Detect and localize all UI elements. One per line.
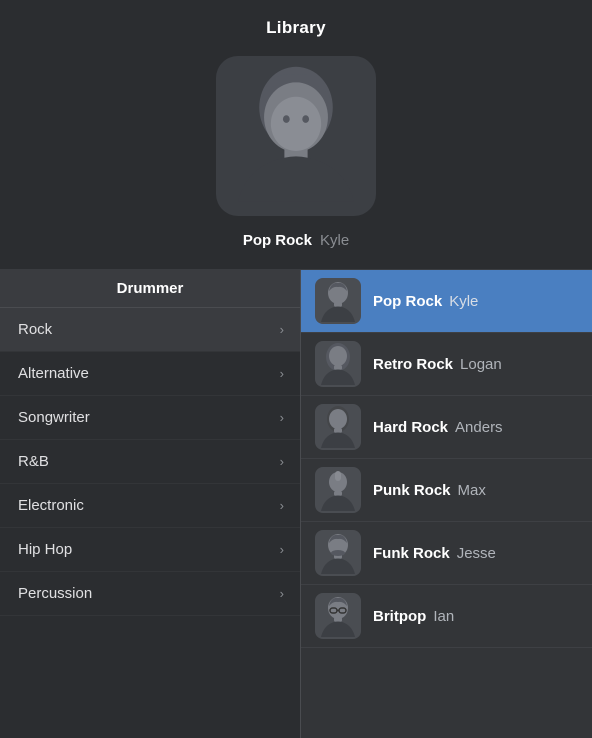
chevron-right-icon: › bbox=[280, 366, 284, 381]
categories-panel: Drummer Rock › Alternative › Songwriter … bbox=[0, 270, 300, 738]
drummer-name-ian: Ian bbox=[433, 608, 454, 625]
selected-genre-label: Pop Rock bbox=[243, 232, 312, 249]
drummer-genre-logan: Retro Rock bbox=[373, 356, 453, 373]
drummer-info-ian: Britpop Ian bbox=[373, 608, 454, 625]
category-label-rnb: R&B bbox=[18, 453, 49, 470]
category-item-alternative[interactable]: Alternative › bbox=[0, 352, 300, 396]
drummer-genre-jesse: Funk Rock bbox=[373, 545, 450, 562]
drummer-genre-kyle: Pop Rock bbox=[373, 293, 442, 310]
drummer-genre-max: Punk Rock bbox=[373, 482, 451, 499]
category-item-rnb[interactable]: R&B › bbox=[0, 440, 300, 484]
drummer-info-max: Punk Rock Max bbox=[373, 482, 486, 499]
category-label-songwriter: Songwriter bbox=[18, 409, 90, 426]
drummer-avatar-ian bbox=[315, 593, 361, 639]
drummer-item-britpop[interactable]: Britpop Ian bbox=[301, 585, 592, 648]
drummer-avatar-max bbox=[315, 467, 361, 513]
category-item-percussion[interactable]: Percussion › bbox=[0, 572, 300, 616]
drummer-list-panel: Pop Rock Kyle Retro Rock Logan bbox=[300, 270, 592, 738]
chevron-right-icon: › bbox=[280, 542, 284, 557]
category-label-alternative: Alternative bbox=[18, 365, 89, 382]
chevron-right-icon: › bbox=[280, 498, 284, 513]
drummer-genre-ian: Britpop bbox=[373, 608, 426, 625]
drummer-genre-anders: Hard Rock bbox=[373, 419, 448, 436]
chevron-right-icon: › bbox=[280, 586, 284, 601]
drummer-name-jesse: Jesse bbox=[457, 545, 496, 562]
drummer-avatar-logan bbox=[315, 341, 361, 387]
drummer-info-kyle: Pop Rock Kyle bbox=[373, 293, 478, 310]
drummer-header: Drummer bbox=[0, 270, 300, 308]
chevron-right-icon: › bbox=[280, 454, 284, 469]
category-item-hiphop[interactable]: Hip Hop › bbox=[0, 528, 300, 572]
category-item-rock[interactable]: Rock › bbox=[0, 308, 300, 352]
library-section: Library Pop Rock Kyle bbox=[0, 0, 592, 270]
chevron-right-icon: › bbox=[280, 410, 284, 425]
artist-info: Pop Rock Kyle bbox=[243, 232, 349, 249]
bottom-section: Drummer Rock › Alternative › Songwriter … bbox=[0, 270, 592, 738]
drummer-item-poprock[interactable]: Pop Rock Kyle bbox=[301, 270, 592, 333]
drummer-item-funkrock[interactable]: Funk Rock Jesse bbox=[301, 522, 592, 585]
drummer-info-anders: Hard Rock Anders bbox=[373, 419, 503, 436]
drummer-item-hardrock[interactable]: Hard Rock Anders bbox=[301, 396, 592, 459]
category-list: Rock › Alternative › Songwriter › R&B › … bbox=[0, 308, 300, 738]
category-item-electronic[interactable]: Electronic › bbox=[0, 484, 300, 528]
drummer-avatar-kyle bbox=[315, 278, 361, 324]
drummer-item-punkrock[interactable]: Punk Rock Max bbox=[301, 459, 592, 522]
category-item-songwriter[interactable]: Songwriter › bbox=[0, 396, 300, 440]
drummer-info-logan: Retro Rock Logan bbox=[373, 356, 502, 373]
selected-name-label: Kyle bbox=[320, 232, 349, 249]
drummer-name-kyle: Kyle bbox=[449, 293, 478, 310]
main-avatar bbox=[216, 56, 376, 216]
chevron-right-icon: › bbox=[280, 322, 284, 337]
drummer-item-retrorock[interactable]: Retro Rock Logan bbox=[301, 333, 592, 396]
library-title: Library bbox=[266, 18, 326, 38]
drummer-avatar-jesse bbox=[315, 530, 361, 576]
category-label-percussion: Percussion bbox=[18, 585, 92, 602]
drummer-avatar-anders bbox=[315, 404, 361, 450]
category-label-hiphop: Hip Hop bbox=[18, 541, 72, 558]
drummer-info-jesse: Funk Rock Jesse bbox=[373, 545, 496, 562]
drummer-name-anders: Anders bbox=[455, 419, 503, 436]
category-label-electronic: Electronic bbox=[18, 497, 84, 514]
drummer-name-logan: Logan bbox=[460, 356, 502, 373]
category-label-rock: Rock bbox=[18, 321, 52, 338]
drummer-name-max: Max bbox=[458, 482, 486, 499]
